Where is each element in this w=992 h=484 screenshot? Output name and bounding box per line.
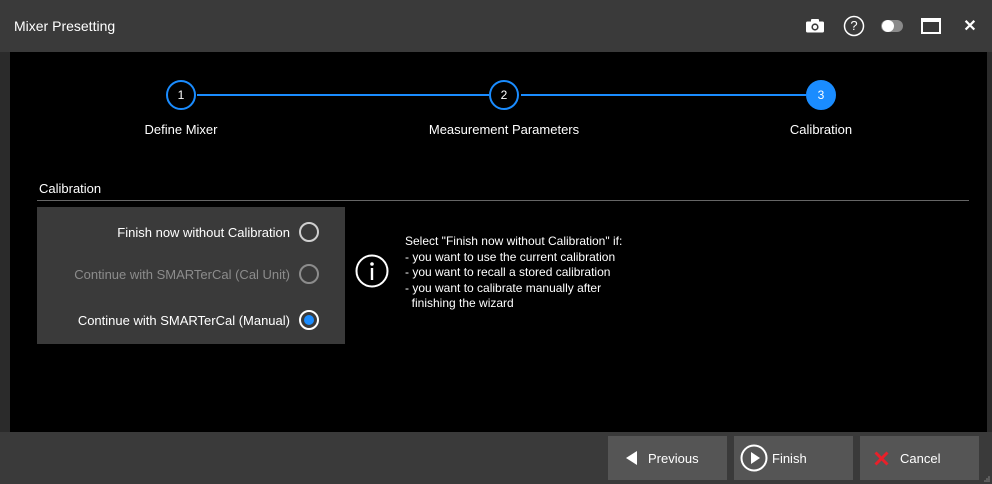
cancel-x-icon [874,450,889,466]
step-3-label: Calibration [789,122,853,137]
step-3-circle: 3 [806,80,836,110]
calibration-options-panel: Finish now without Calibration Continue … [37,207,345,344]
previous-button[interactable]: Previous [608,436,727,480]
option-finish-without-calibration[interactable]: Finish now without Calibration [117,218,345,246]
camera-icon[interactable] [803,14,827,38]
info-text: Select "Finish now without Calibration" … [405,234,622,312]
info-line: finishing the wizard [405,296,514,310]
info-icon [355,254,389,288]
window-title: Mixer Presetting [14,18,116,34]
step-3-number: 3 [817,88,825,102]
step-2-label: Measurement Parameters [428,122,580,137]
info-line: Select "Finish now without Calibration" … [405,234,623,248]
play-circle-icon [740,444,768,472]
step-2-number: 2 [500,88,508,102]
option-smartercal-cal-unit[interactable]: Continue with SMARTerCal (Cal Unit) [74,260,345,288]
option-label: Finish now without Calibration [117,224,290,240]
option-label: Continue with SMARTerCal (Cal Unit) [74,266,290,282]
section-title-calibration: Calibration [39,181,102,196]
info-line: - you want to use the current calibratio… [405,249,616,264]
radio-button[interactable] [299,222,319,242]
step-1-label: Define Mixer [144,122,218,137]
footer-bar: Previous Finish Cancel [0,432,992,484]
resize-grip-icon[interactable] [984,476,990,482]
previous-label: Previous [648,450,699,466]
step-1-circle: 1 [166,80,196,110]
option-smartercal-manual[interactable]: Continue with SMARTerCal (Manual) [78,306,345,334]
finish-button[interactable]: Finish [734,436,853,480]
finish-label: Finish [772,450,807,466]
step-connector-2-3 [521,94,806,96]
step-1-number: 1 [177,88,185,102]
radio-button[interactable] [299,264,319,284]
cancel-label: Cancel [900,450,941,466]
arrow-left-icon [626,451,637,465]
info-line: - you want to recall a stored calibratio… [405,265,611,279]
step-connector-1-2 [197,94,489,96]
toggle-icon[interactable] [880,14,904,38]
radio-button-selected[interactable] [299,310,319,330]
maximize-icon[interactable] [919,14,943,38]
option-label: Continue with SMARTerCal (Manual) [77,312,290,328]
close-icon[interactable]: ✕ [958,14,982,38]
info-line: - you want to calibrate manually after [405,280,602,295]
close-glyph: ✕ [963,18,977,35]
help-icon[interactable]: ? [842,14,866,38]
section-divider [37,200,969,201]
cancel-button[interactable]: Cancel [860,436,979,480]
step-2-circle: 2 [489,80,519,110]
help-glyph: ? [850,18,858,33]
title-bar: Mixer Presetting ? ✕ [0,0,992,52]
wizard-content: 1 2 3 Define Mixer Measurement Parameter… [10,52,987,432]
